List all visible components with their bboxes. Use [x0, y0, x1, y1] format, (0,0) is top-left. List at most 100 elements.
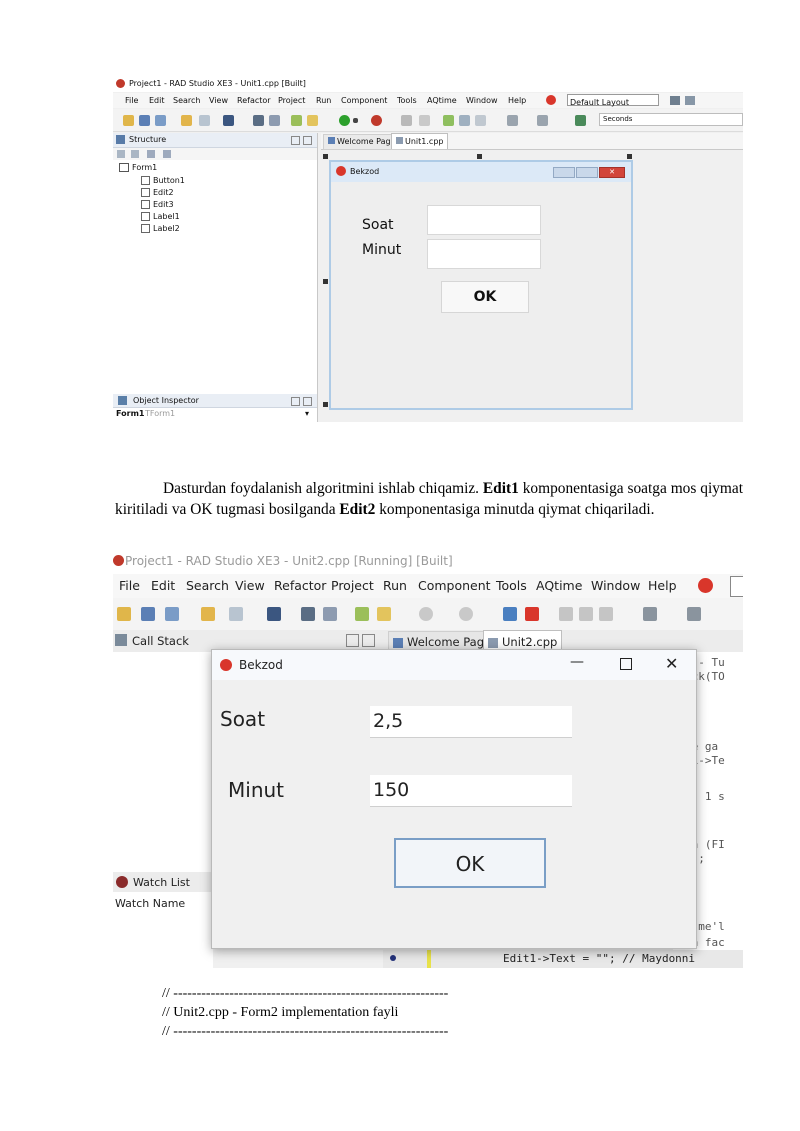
embarcadero-icon[interactable]	[698, 578, 713, 593]
build-icon[interactable]	[371, 115, 382, 126]
edit1-field[interactable]: 2,5	[370, 706, 572, 738]
trace-into-icon[interactable]	[459, 115, 470, 126]
menu-help[interactable]: Help	[508, 96, 526, 105]
back-icon[interactable]	[643, 607, 657, 621]
designer-form[interactable]: Bekzod ✕ Soat Minut OK	[329, 160, 633, 410]
menu-refactor[interactable]: Refactor	[237, 96, 271, 105]
project-manager-icon[interactable]	[165, 607, 179, 621]
open-icon[interactable]	[229, 607, 243, 621]
move-up-icon[interactable]	[147, 150, 155, 158]
trace-to-line-icon[interactable]	[475, 115, 486, 126]
run-dropdown-icon[interactable]	[353, 118, 358, 123]
run-icon[interactable]	[339, 115, 350, 126]
menu-tools[interactable]: Tools	[496, 578, 527, 593]
menu-aqtime[interactable]: AQtime	[536, 578, 582, 593]
embarcadero-icon[interactable]	[546, 95, 556, 105]
menu-project[interactable]: Project	[278, 96, 305, 105]
new-item-icon[interactable]	[201, 607, 215, 621]
edit2-field[interactable]: 150	[370, 775, 572, 807]
menu-refactor[interactable]: Refactor	[274, 578, 326, 593]
add-to-project-icon[interactable]	[355, 607, 369, 621]
selection-handle[interactable]	[627, 154, 632, 159]
run-icon[interactable]	[419, 607, 433, 621]
ok-button[interactable]: OK	[394, 838, 546, 888]
tree-item[interactable]: Edit2	[141, 188, 174, 197]
minimize-button[interactable]	[553, 167, 575, 178]
close-button[interactable]: ✕	[599, 167, 625, 178]
open-project-icon[interactable]	[139, 115, 150, 126]
pause-icon[interactable]	[503, 607, 517, 621]
build-icon[interactable]	[459, 607, 473, 621]
pin-icon[interactable]	[291, 397, 300, 406]
save-icon[interactable]	[223, 115, 234, 126]
forward-icon[interactable]	[537, 115, 548, 126]
tree-item[interactable]: Button1	[141, 176, 185, 185]
menu-window[interactable]: Window	[466, 96, 498, 105]
stop-icon[interactable]	[525, 607, 539, 621]
menu-aqtime[interactable]: AQtime	[427, 96, 457, 105]
selection-handle[interactable]	[323, 402, 328, 407]
save-all-icon[interactable]	[253, 115, 264, 126]
remove-from-project-icon[interactable]	[307, 115, 318, 126]
menu-search[interactable]: Search	[173, 96, 200, 105]
menu-component[interactable]: Component	[341, 96, 387, 105]
trace-into-icon[interactable]	[579, 607, 593, 621]
maximize-button[interactable]	[576, 167, 598, 178]
project-manager-icon[interactable]	[155, 115, 166, 126]
tree-item[interactable]: Label2	[141, 224, 180, 233]
tree-item-form1[interactable]: Form1	[119, 163, 157, 172]
trace-to-line-icon[interactable]	[599, 607, 613, 621]
menu-run[interactable]: Run	[383, 578, 407, 593]
open-project-icon[interactable]	[141, 607, 155, 621]
save-icon[interactable]	[267, 607, 281, 621]
pause-icon[interactable]	[401, 115, 412, 126]
layout-select[interactable]: Default Layout	[567, 94, 659, 107]
set-layout-icon[interactable]	[685, 96, 695, 105]
stop-icon[interactable]	[419, 115, 430, 126]
pin-icon[interactable]	[346, 634, 359, 647]
component-palette-icon[interactable]	[575, 115, 586, 126]
step-over-icon[interactable]	[443, 115, 454, 126]
edit1-field[interactable]	[427, 205, 541, 235]
tab-unit1-cpp[interactable]: Unit1.cpp	[391, 133, 449, 149]
edit2-field[interactable]	[427, 239, 541, 269]
move-down-icon[interactable]	[163, 150, 171, 158]
remove-from-project-icon[interactable]	[377, 607, 391, 621]
tree-item[interactable]: Edit3	[141, 200, 174, 209]
open-icon[interactable]	[199, 115, 210, 126]
open-file-icon[interactable]	[269, 115, 280, 126]
step-over-icon[interactable]	[559, 607, 573, 621]
menu-project[interactable]: Project	[331, 578, 374, 593]
tree-item[interactable]: Label1	[141, 212, 180, 221]
menu-window[interactable]: Window	[591, 578, 640, 593]
minimize-button[interactable]: —	[570, 654, 584, 670]
menu-view[interactable]: View	[209, 96, 228, 105]
chevron-down-icon[interactable]: ▾	[305, 409, 309, 418]
save-layout-icon[interactable]	[670, 96, 680, 105]
seconds-box[interactable]: Seconds	[599, 113, 743, 126]
add-to-project-icon[interactable]	[291, 115, 302, 126]
close-button[interactable]: ✕	[665, 654, 678, 673]
running-form-window[interactable]: Bekzod — ✕ Soat 2,5 Minut 150 OK	[211, 649, 697, 949]
open-file-icon[interactable]	[323, 607, 337, 621]
maximize-button[interactable]	[620, 658, 632, 670]
menu-search[interactable]: Search	[186, 578, 229, 593]
pin-icon[interactable]	[291, 136, 300, 145]
ok-button[interactable]: OK	[441, 281, 529, 313]
menu-file[interactable]: File	[125, 96, 138, 105]
menu-view[interactable]: View	[235, 578, 265, 593]
menu-run[interactable]: Run	[316, 96, 331, 105]
selection-handle[interactable]	[477, 154, 482, 159]
new-icon[interactable]	[117, 607, 131, 621]
save-all-icon[interactable]	[301, 607, 315, 621]
close-icon[interactable]	[303, 136, 312, 145]
back-icon[interactable]	[507, 115, 518, 126]
menu-help[interactable]: Help	[648, 578, 677, 593]
close-icon[interactable]	[303, 397, 312, 406]
forward-icon[interactable]	[687, 607, 701, 621]
menu-file[interactable]: File	[119, 578, 140, 593]
layout-select[interactable]	[730, 576, 743, 597]
menu-edit[interactable]: Edit	[149, 96, 165, 105]
selection-handle[interactable]	[323, 279, 328, 284]
collapse-icon[interactable]	[117, 150, 125, 158]
